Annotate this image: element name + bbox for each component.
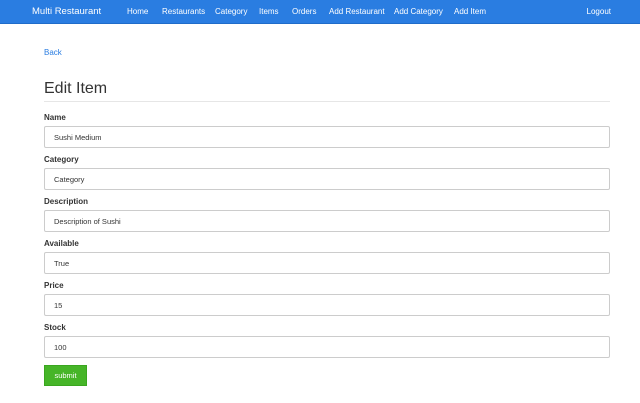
title-divider: [44, 101, 610, 102]
nav-add-item[interactable]: Add Item: [454, 0, 486, 23]
nav-add-category[interactable]: Add Category: [394, 0, 443, 23]
submit-button[interactable]: submit: [44, 365, 87, 386]
description-label: Description: [44, 197, 89, 206]
nav-restaurants[interactable]: Restaurants: [162, 0, 205, 23]
brand-link[interactable]: Multi Restaurant: [32, 0, 101, 23]
stock-label: Stock: [44, 323, 66, 332]
available-input[interactable]: [44, 252, 610, 274]
back-link[interactable]: Back: [44, 48, 62, 57]
nav-add-restaurant[interactable]: Add Restaurant: [329, 0, 385, 23]
name-label: Name: [44, 113, 66, 122]
nav-orders[interactable]: Orders: [292, 0, 316, 23]
category-input[interactable]: [44, 168, 610, 190]
price-input[interactable]: [44, 294, 610, 316]
price-label: Price: [44, 281, 64, 290]
name-input[interactable]: [44, 126, 610, 148]
logout-link[interactable]: Logout: [587, 0, 611, 23]
top-navbar: Multi Restaurant Home Restaurants Catego…: [0, 0, 640, 24]
nav-items[interactable]: Items: [259, 0, 279, 23]
available-label: Available: [44, 239, 79, 248]
stock-input[interactable]: [44, 336, 610, 358]
nav-category[interactable]: Category: [215, 0, 247, 23]
category-label: Category: [44, 155, 79, 164]
description-input[interactable]: [44, 210, 610, 232]
nav-home[interactable]: Home: [127, 0, 148, 23]
page-title: Edit Item: [44, 80, 108, 97]
